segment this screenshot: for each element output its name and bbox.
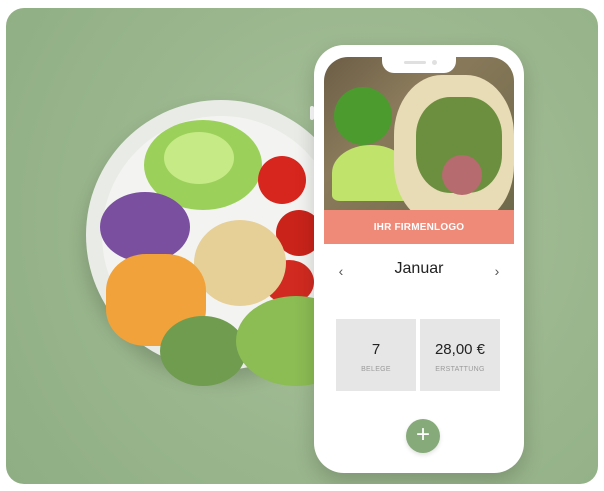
phone-speaker [404,61,426,64]
stat-label: BELEGE [361,366,391,373]
tacos-image [324,57,514,225]
phone-mockup: IHR FIRMENLOGO ‹ Januar › 7 BELEGE 28,00… [314,45,524,473]
month-label: Januar [394,260,444,277]
meat-image [442,155,482,195]
phone-notch [382,57,456,73]
stat-value: 7 [371,341,381,358]
sprouts-image [160,316,246,386]
plus-icon: + [415,421,430,448]
tomato-image [258,156,306,204]
stat-tile-receipts: 7 BELEGE [336,319,416,391]
chickpeas-image [194,220,286,306]
promo-card: IHR FIRMENLOGO ‹ Januar › 7 BELEGE 28,00… [6,8,598,484]
lime-image [334,87,392,145]
stat-tile-reimbursement: 28,00 € ERSTATTUNG [420,319,500,391]
chevron-right-icon[interactable]: › [490,263,504,279]
stat-value: 28,00 € [434,341,486,358]
red-cabbage-image [100,192,190,262]
month-selector: ‹ Januar › [324,257,514,287]
company-logo-label: IHR FIRMENLOGO [373,221,465,233]
stat-label: ERSTATTUNG [435,366,485,373]
phone-screen: IHR FIRMENLOGO ‹ Januar › 7 BELEGE 28,00… [324,57,514,461]
company-logo-bar: IHR FIRMENLOGO [324,210,514,244]
lettuce-highlight [164,132,234,184]
add-receipt-button[interactable]: + [406,419,440,453]
phone-camera [432,60,437,65]
